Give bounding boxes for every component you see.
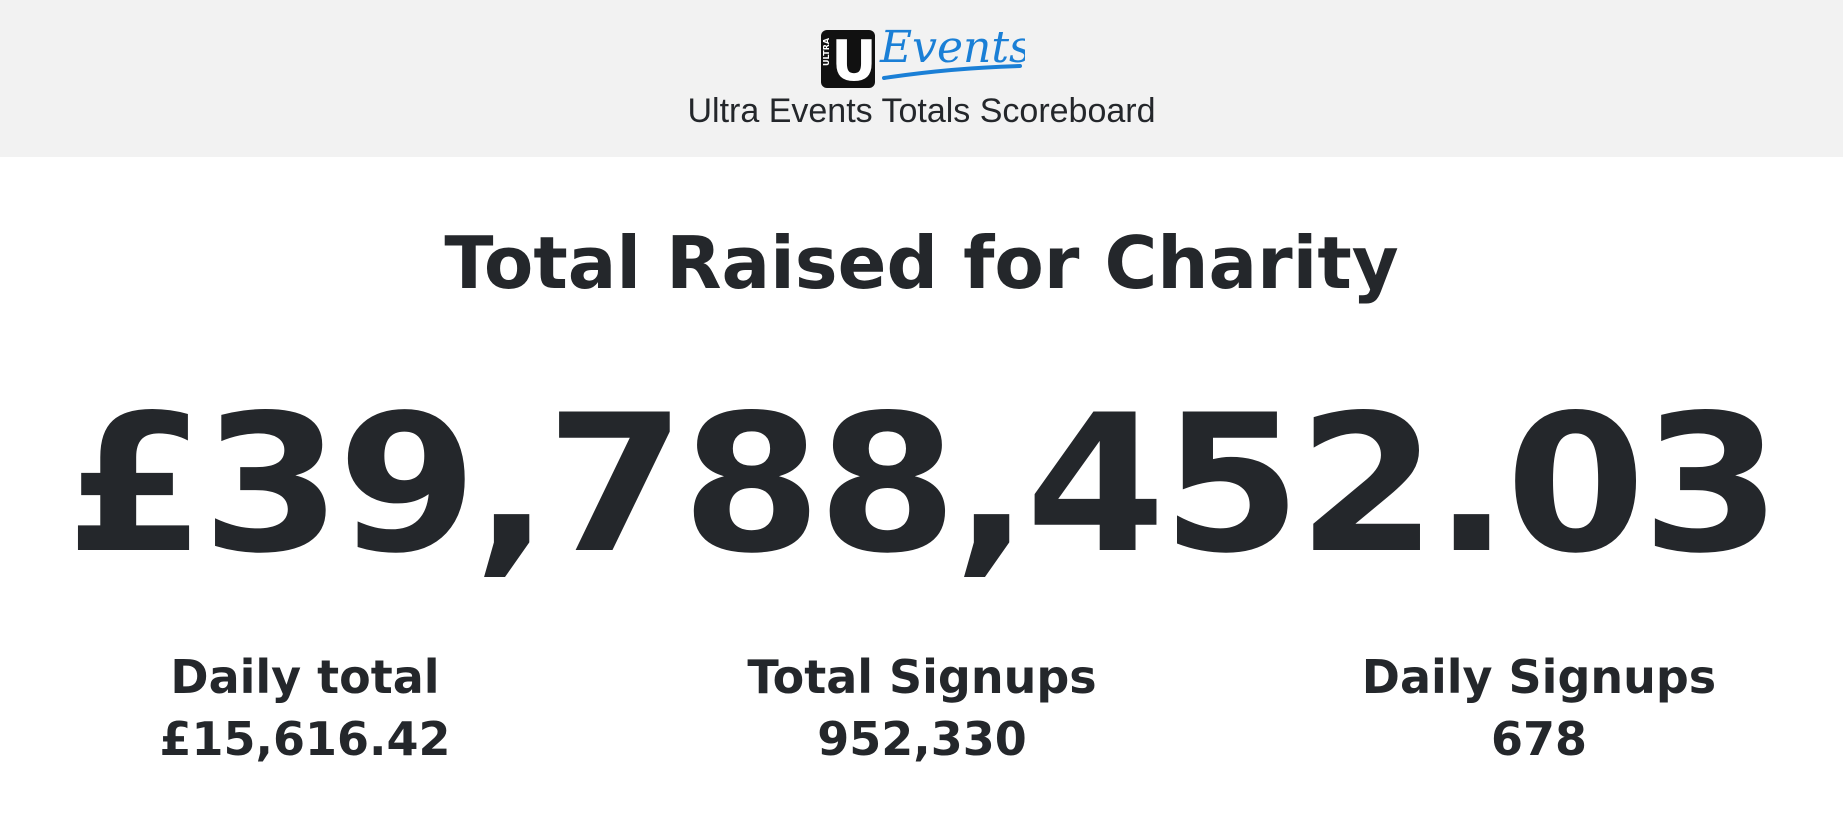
stat-label: Daily total xyxy=(170,650,440,704)
page-title: Total Raised for Charity xyxy=(444,221,1399,305)
ultra-events-logo: U ULTRA Events xyxy=(821,22,1025,90)
stat-value: £15,616.42 xyxy=(159,712,451,766)
stat-daily-total: Daily total £15,616.42 xyxy=(95,648,515,768)
total-raised-value: £39,788,452.03 xyxy=(65,374,1782,595)
ultra-badge-letter: U xyxy=(831,29,876,90)
stat-value: 678 xyxy=(1490,712,1588,766)
stat-total-signups: Total Signups 952,330 xyxy=(712,648,1132,768)
ultra-badge-small-text: ULTRA xyxy=(822,37,831,66)
stat-value: 952,330 xyxy=(817,712,1027,766)
stat-label: Total Signups xyxy=(747,650,1097,704)
header: U ULTRA Events Ultra Events Totals Score… xyxy=(0,0,1843,157)
stat-daily-signups: Daily Signups 678 xyxy=(1329,648,1749,768)
stat-label: Daily Signups xyxy=(1361,650,1717,704)
page-subtitle: Ultra Events Totals Scoreboard xyxy=(687,92,1156,130)
